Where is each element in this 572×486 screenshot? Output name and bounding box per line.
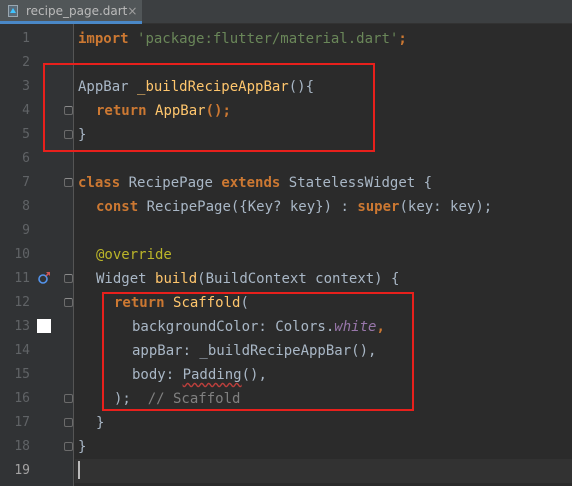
code-text: Widget [96, 271, 156, 287]
keyword: import [78, 31, 129, 47]
white-color-swatch[interactable] [37, 319, 51, 333]
code-text: (BuildContext context) { [197, 271, 400, 287]
code-text: RecipePage({Key? key}) : [146, 199, 358, 215]
dart-file-icon [6, 4, 20, 18]
punctuation: ; [398, 31, 407, 47]
code-line-7: class RecipePage extends StatelessWidget… [78, 171, 432, 195]
highlight-box-appbar-function [43, 63, 375, 152]
fold-marker-icon[interactable] [64, 274, 73, 283]
line-number: 9 [22, 223, 30, 238]
line-number: 17 [14, 415, 30, 430]
fold-end-icon[interactable] [64, 442, 73, 451]
close-icon[interactable]: × [127, 4, 137, 18]
code-line-18: } [78, 439, 87, 455]
line-number: 4 [22, 103, 30, 118]
code-text: (key: key); [399, 199, 493, 215]
keyword: extends [221, 175, 281, 191]
fold-end-icon[interactable] [64, 418, 73, 427]
annotation: @override [96, 247, 172, 263]
line-number: 18 [14, 439, 30, 454]
text-caret [78, 461, 80, 479]
keyword: class [78, 175, 121, 191]
tab-recipe-page[interactable]: recipe_page.dart × [0, 0, 142, 24]
current-line-highlight [75, 459, 572, 483]
line-number: 2 [22, 55, 30, 70]
editor-tab-bar: recipe_page.dart × [0, 0, 572, 24]
code-line-11: Widget build(BuildContext context) { [96, 267, 399, 291]
highlight-box-scaffold [102, 292, 414, 411]
override-marker-icon[interactable] [37, 270, 51, 284]
keyword: const [96, 199, 139, 215]
class-name: RecipePage [128, 175, 213, 191]
line-number: 11 [14, 271, 30, 286]
line-number: 13 [14, 319, 30, 334]
line-number: 6 [22, 151, 30, 166]
line-number: 1 [22, 31, 30, 46]
keyword: super [357, 199, 400, 215]
code-line-8: const RecipePage({Key? key}) : super(key… [96, 195, 492, 219]
line-number: 12 [14, 295, 30, 310]
line-number: 3 [22, 79, 30, 94]
code-line-10: @override [96, 243, 172, 267]
line-number: 15 [14, 367, 30, 382]
line-number: 8 [22, 199, 30, 214]
string-literal: 'package:flutter/material.dart' [137, 31, 399, 47]
code-line-1: import 'package:flutter/material.dart'; [78, 27, 407, 51]
line-number: 16 [14, 391, 30, 406]
fold-marker-icon[interactable] [64, 298, 73, 307]
code-line-17: } [96, 415, 105, 431]
code-text: StatelessWidget { [288, 175, 433, 191]
line-number-current: 19 [14, 463, 30, 478]
fold-end-icon[interactable] [64, 394, 73, 403]
line-number: 14 [14, 343, 30, 358]
tab-filename: recipe_page.dart [26, 3, 128, 18]
line-number: 7 [22, 175, 30, 190]
line-number: 10 [14, 247, 30, 262]
function-name: build [155, 271, 198, 287]
fold-marker-icon[interactable] [64, 178, 73, 187]
line-number: 5 [22, 127, 30, 142]
